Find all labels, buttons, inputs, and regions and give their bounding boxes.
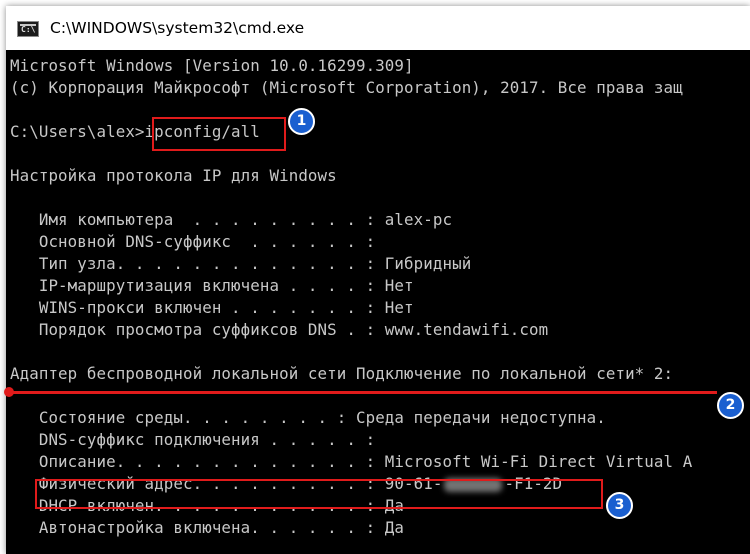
console-line-adapter: Адаптер беспроводной локальной сети Подк… [10,364,674,383]
cmd-window: C:\ C:\WINDOWS\system32\cmd.exe Microsof… [6,6,750,554]
console-line-media-state: Состояние среды. . . . . . . . : Среда п… [10,408,606,427]
cmd-icon: C:\ [17,21,39,37]
badge-1: 1 [288,108,315,135]
highlight-mac-box [35,479,603,509]
console-line-conn-dns: DNS-суффикс подключения . . . . . : [10,430,376,449]
window-title: C:\WINDOWS\system32\cmd.exe [50,19,305,37]
console-line-version: Microsoft Windows [Version 10.0.16299.30… [10,56,414,75]
console-line-copyright: (c) Корпорация Майкрософт (Microsoft Cor… [10,78,683,97]
console-line-wins-proxy: WINS-прокси включен . . . . . . . : Нет [10,298,414,317]
console-line-autoconfig: Автонастройка включена. . . . . . : Да [10,518,405,537]
console-line-ip-routing: IP-маршрутизация включена . . . . : Нет [10,276,414,295]
adapter-underline [9,391,717,394]
cmd-icon-glyph: C:\ [21,25,36,34]
highlight-command-box [152,117,286,151]
badge-3: 3 [606,492,633,519]
title-bar[interactable]: C:\ C:\WINDOWS\system32\cmd.exe [6,6,750,51]
console-line-description: Описание. . . . . . . . . . . . . : Micr… [10,452,693,471]
badge-2: 2 [717,392,744,419]
console-line-node-type: Тип узла. . . . . . . . . . . . . : Гибр… [10,254,472,273]
console-line-dns-suffix: Основной DNS-суффикс . . . . . . : [10,232,376,251]
console-line-header: Настройка протокола IP для Windows [10,166,337,185]
console-line-hostname: Имя компьютера . . . . . . . . . : alex-… [10,210,453,229]
console-line-dns-search: Порядок просмотра суффиксов DNS . : www.… [10,320,549,339]
